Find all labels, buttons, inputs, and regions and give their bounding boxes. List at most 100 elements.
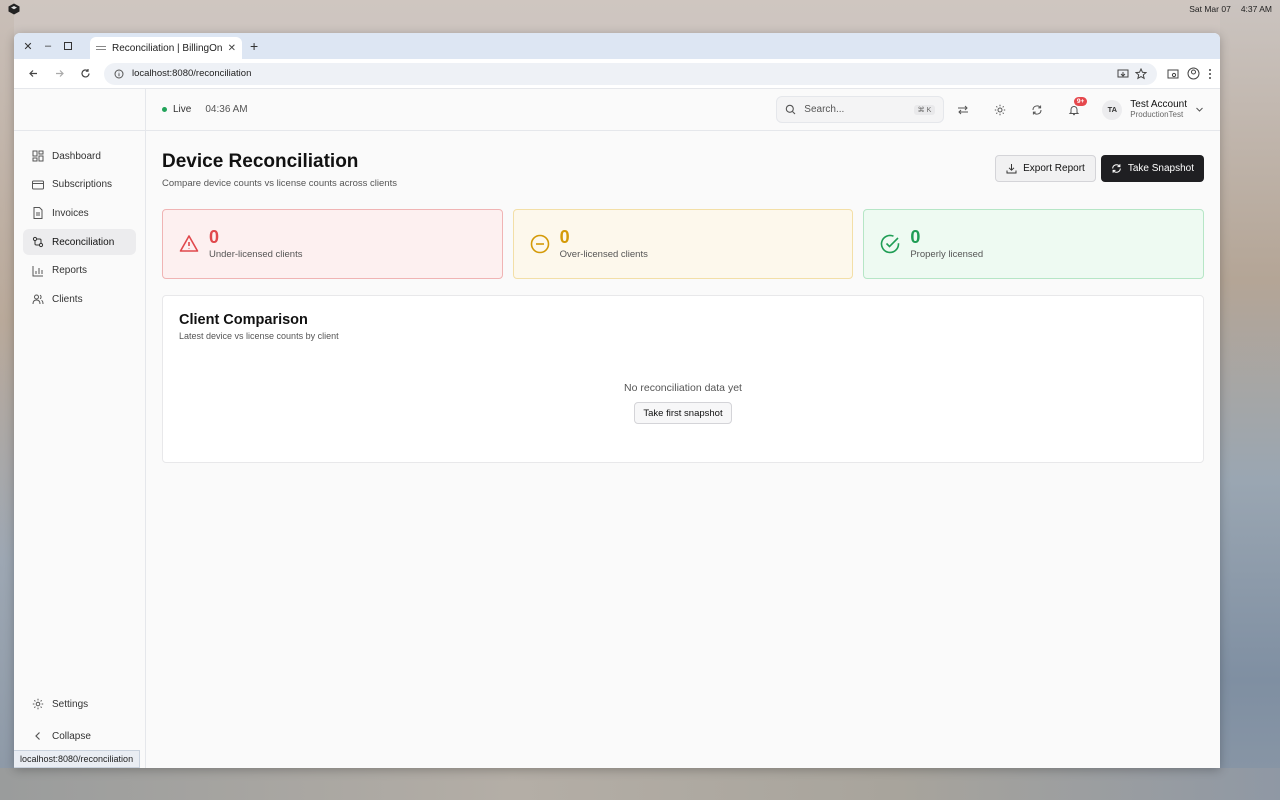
sidebar-item-label: Reports [52,265,88,277]
desktop-background [0,0,14,800]
back-icon[interactable] [22,63,44,85]
refresh-button[interactable] [1018,96,1055,123]
stat-value: 0 [209,227,220,247]
take-snapshot-label: Take Snapshot [1127,163,1194,174]
search-icon [786,104,796,115]
sidebar-item-label: Invoices [52,207,89,219]
search-shortcut: ⌘ K [913,104,936,115]
refresh-icon [1112,164,1121,173]
tab-close-icon[interactable]: ✕ [228,43,236,54]
tab-title: Reconciliation | BillingOne [112,42,222,54]
sidebar-item-label: Settings [52,698,89,710]
browser-navbar: localhost:8080/reconciliation [14,59,1220,89]
minus-circle-icon [530,234,549,254]
chevron-left-icon [35,732,40,741]
take-snapshot-button[interactable]: Take Snapshot [1100,155,1204,182]
theme-toggle-button[interactable] [981,96,1018,123]
notifications-button[interactable]: 9+ [1055,96,1092,123]
export-report-button[interactable]: Export Report [995,155,1096,182]
sidebar-item-label: Dashboard [52,150,101,162]
search-input[interactable]: Search... ⌘ K [776,96,945,123]
os-logo-icon[interactable] [8,3,20,15]
check-circle-icon [881,234,900,254]
browser-tab[interactable]: Reconciliation | BillingOne ✕ [90,37,242,59]
sidebar: Dashboard Subscriptions Invoices Reconci… [14,89,146,768]
alert-triangle-icon [179,235,199,252]
git-compare-icon [32,236,44,248]
bookmark-star-icon[interactable] [1135,67,1147,80]
sidebar-item-label: Clients [52,293,83,305]
file-text-icon [33,207,43,220]
page-subtitle: Compare device counts vs license counts … [162,178,397,189]
tab-bar: ✕ – Reconciliation | BillingOne ✕ + [14,33,1220,59]
os-top-bar: Sat Mar 07 4:37 AM [0,0,1280,18]
sidebar-item-dashboard[interactable]: Dashboard [23,143,136,169]
arrows-left-right-icon [957,105,968,114]
stat-value: 0 [559,227,570,247]
empty-state: No reconciliation data yet Take first sn… [163,382,1203,424]
sidebar-item-label: Reconciliation [52,236,115,248]
chevron-down-icon [1196,107,1203,112]
maximize-window-icon[interactable] [58,36,78,56]
sidebar-item-subscriptions[interactable]: Subscriptions [23,172,136,198]
switch-button[interactable] [944,96,981,123]
bar-chart-icon [32,265,43,277]
sidebar-item-clients[interactable]: Clients [23,286,136,312]
close-window-icon[interactable]: ✕ [18,36,38,56]
address-bar[interactable]: localhost:8080/reconciliation [104,62,1157,85]
os-clock[interactable]: Sat Mar 07 4:37 AM [1189,4,1272,14]
link-status-bar: localhost:8080/reconciliation [14,750,141,768]
empty-state-text: No reconciliation data yet [624,382,742,394]
sidebar-nav: Dashboard Subscriptions Invoices Reconci… [14,131,145,327]
browser-menu-icon[interactable] [1208,68,1212,80]
card-title: Client Comparison [179,312,308,328]
stat-card-over-licensed: 0 Over-licensed clients [512,209,854,279]
stat-value: 0 [910,227,921,247]
desktop-background [1220,0,1280,800]
sidebar-item-reconciliation[interactable]: Reconciliation [23,229,136,256]
sun-icon [994,104,1005,115]
desktop-background [0,768,1280,800]
sidebar-item-reports[interactable]: Reports [23,258,136,284]
favicon-icon [96,46,106,50]
export-report-label: Export Report [1023,163,1085,174]
refresh-icon [1032,104,1042,115]
sidebar-collapse-button[interactable]: Collapse [23,723,137,749]
avatar: TA [1102,99,1123,120]
minimize-window-icon[interactable]: – [38,36,58,56]
page-content: Device Reconciliation Compare device cou… [146,131,1220,463]
new-tab-icon[interactable]: + [250,38,258,54]
stat-card-properly-licensed: 0 Properly licensed [863,209,1205,279]
forward-icon[interactable] [48,63,70,85]
download-icon [1006,164,1017,174]
sidebar-item-invoices[interactable]: Invoices [23,200,136,226]
live-label: Live [173,104,192,115]
profile-icon[interactable] [1187,67,1200,80]
install-app-icon[interactable] [1117,68,1129,80]
current-time: 04:36 AM [205,104,248,115]
take-first-snapshot-button[interactable]: Take first snapshot [634,402,732,424]
stat-label: Under-licensed clients [209,249,303,260]
gear-icon [32,699,44,710]
stats-row: 0 Under-licensed clients 0 Over-licensed… [162,209,1205,279]
os-time: 4:37 AM [1240,4,1272,14]
client-comparison-card: Client Comparison Latest device vs licen… [162,295,1204,463]
card-subtitle: Latest device vs license counts by clien… [179,331,339,341]
url-text: localhost:8080/reconciliation [132,68,252,79]
account-menu[interactable]: TA Test Account ProductionTest [1102,99,1204,120]
main-area: Live 04:36 AM Search... ⌘ K 9+ TA Test A… [146,89,1220,768]
app-topbar: Live 04:36 AM Search... ⌘ K 9+ TA Test A… [146,89,1220,131]
stat-label: Over-licensed clients [559,249,648,260]
sidebar-footer: Settings Collapse [23,691,137,752]
credit-card-icon [32,180,44,190]
sidebar-item-settings[interactable]: Settings [23,691,137,717]
reload-icon[interactable] [74,63,96,85]
page-title: Device Reconciliation [162,151,359,172]
sidebar-item-label: Subscriptions [52,179,113,191]
site-info-icon[interactable] [114,69,124,79]
browser-window: ✕ – Reconciliation | BillingOne ✕ + loca… [14,33,1220,768]
tab-search-icon[interactable] [1167,68,1179,80]
grid-icon [32,150,44,162]
app-root: Dashboard Subscriptions Invoices Reconci… [14,89,1220,768]
stat-card-under-licensed: 0 Under-licensed clients [162,209,503,279]
